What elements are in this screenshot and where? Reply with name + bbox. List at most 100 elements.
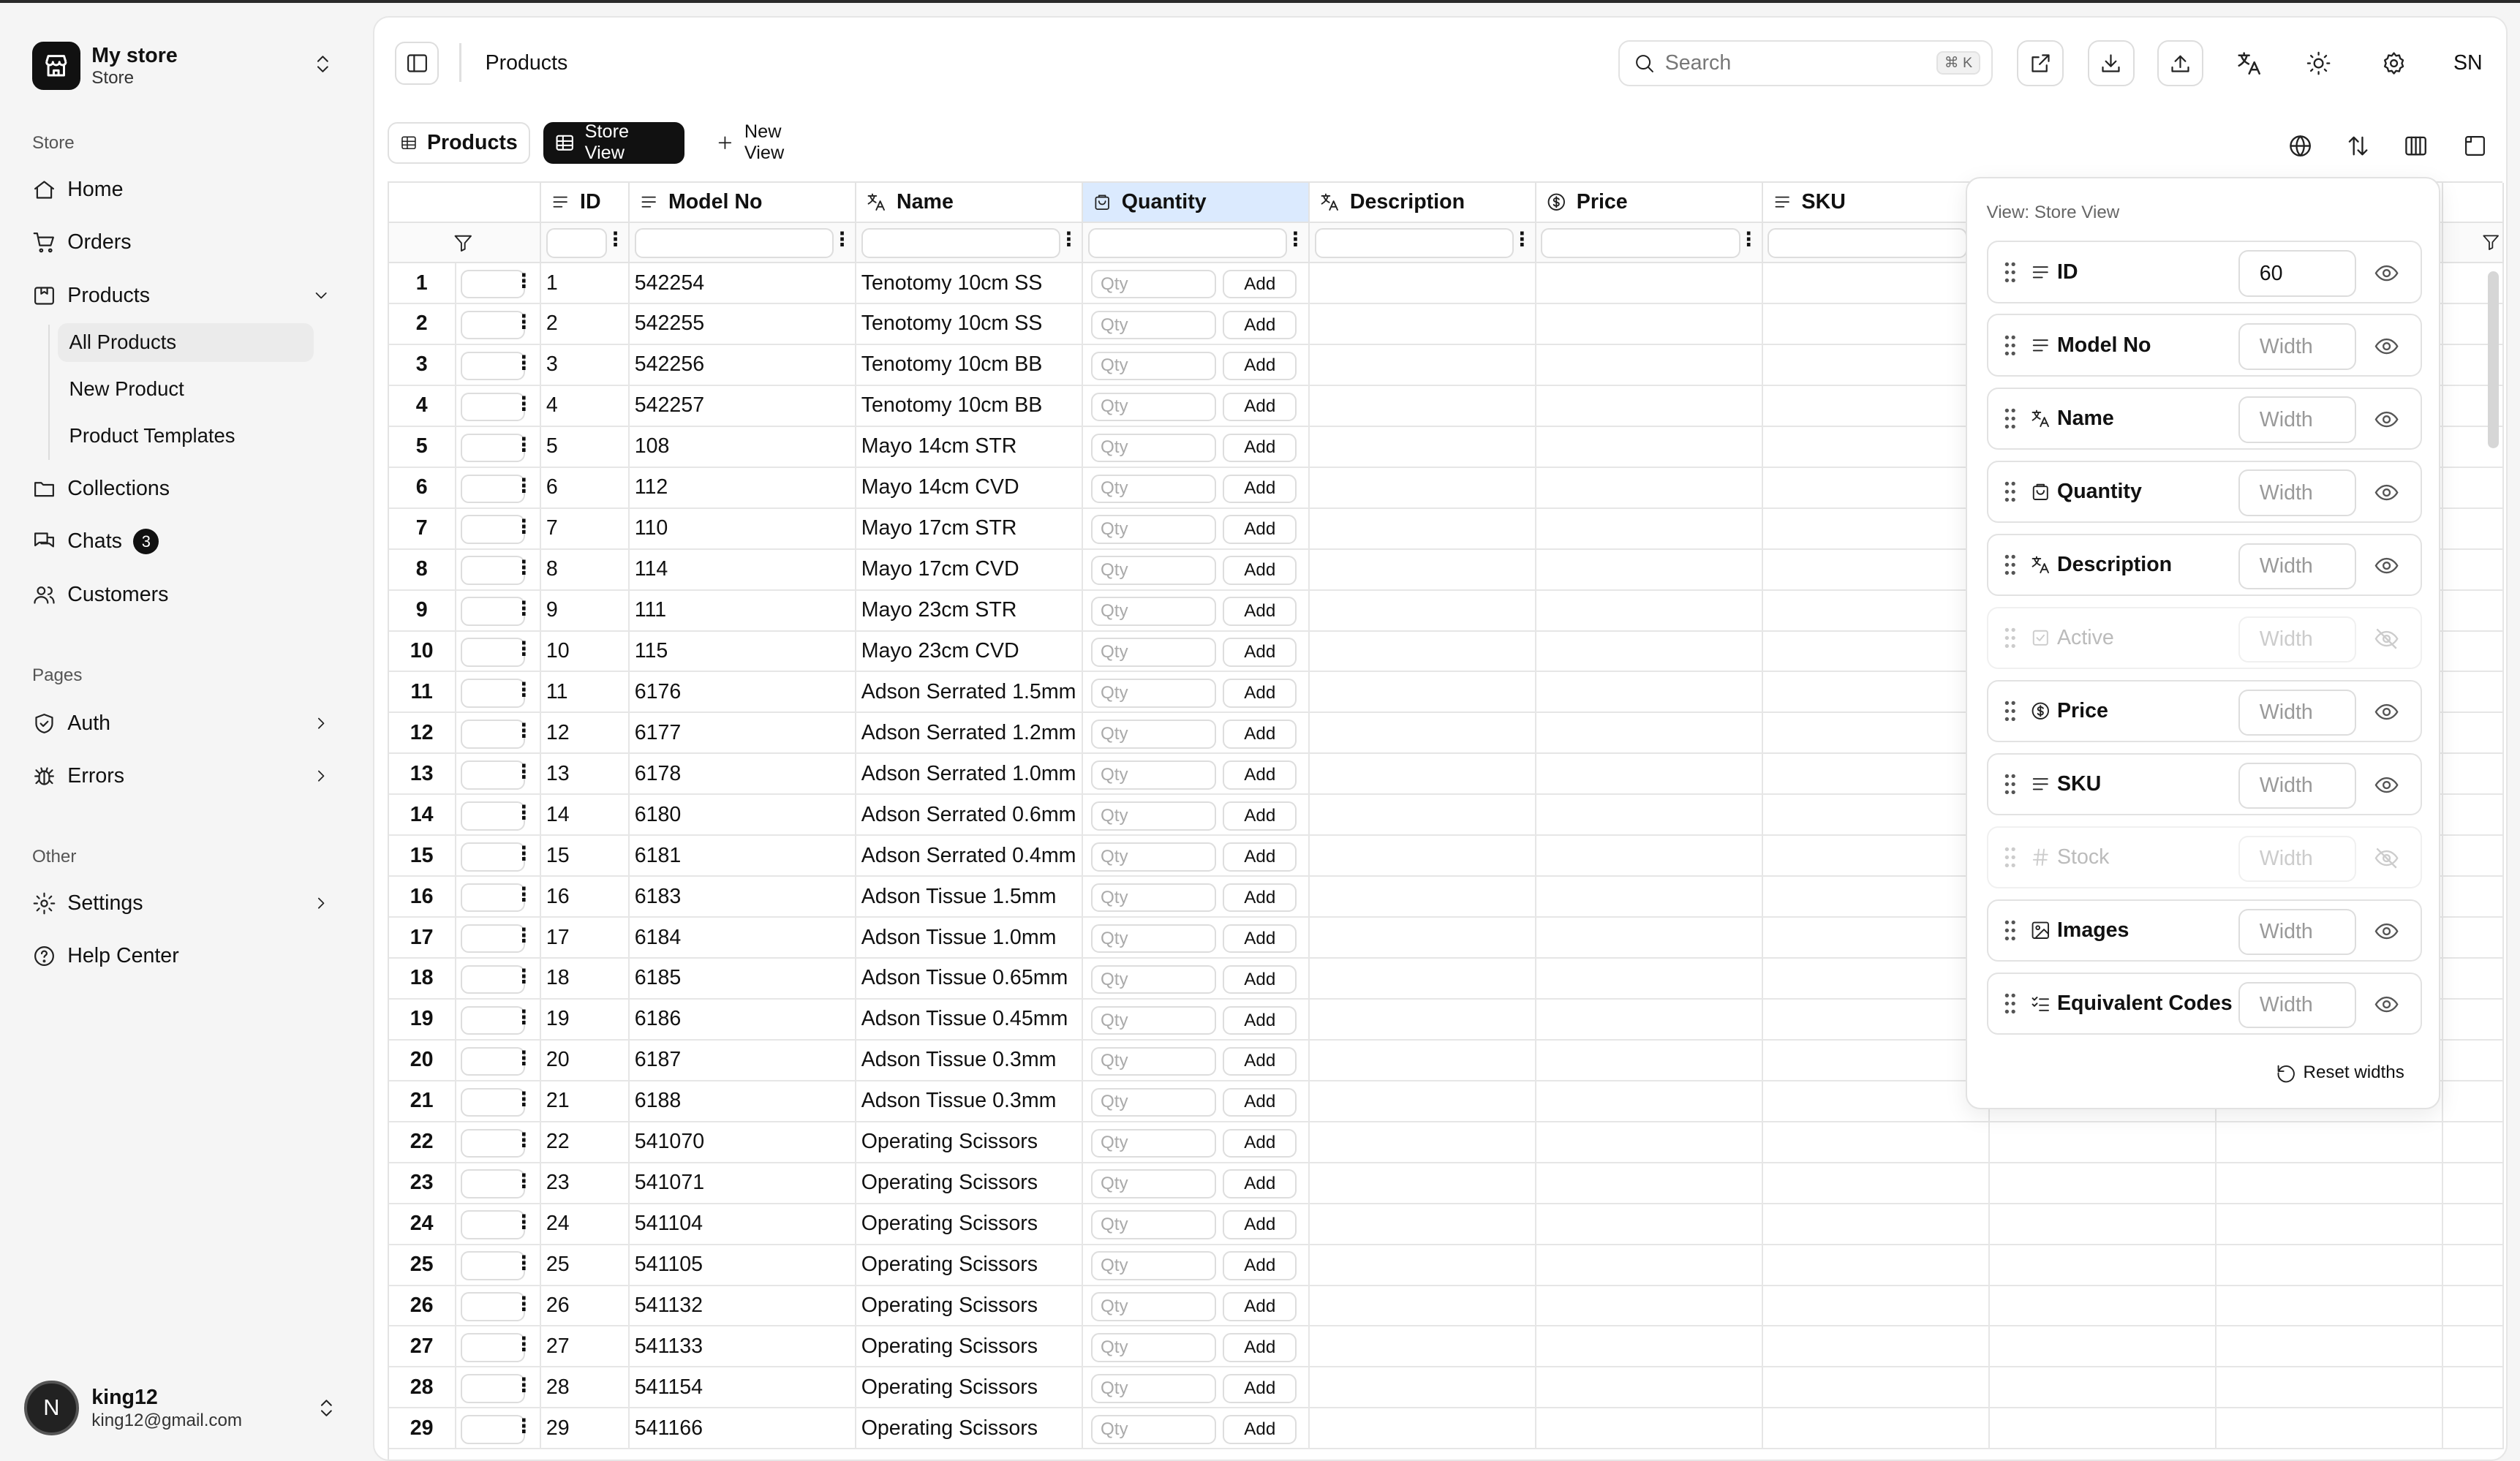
- cell-description[interactable]: [1309, 877, 1536, 918]
- more-vertical-icon[interactable]: ⋮: [514, 557, 533, 577]
- cell-model-no[interactable]: 6177: [630, 713, 857, 755]
- cell-description[interactable]: [1309, 344, 1536, 386]
- cell-model-no[interactable]: 110: [630, 508, 857, 550]
- column-width-input[interactable]: Width: [2238, 908, 2356, 956]
- column-width-input[interactable]: Width: [2238, 543, 2356, 590]
- new-view-button[interactable]: New View: [704, 121, 833, 164]
- qty-input[interactable]: Qty: [1091, 1046, 1217, 1076]
- cell-model-no[interactable]: 541154: [630, 1367, 857, 1409]
- cell-description[interactable]: [1309, 590, 1536, 632]
- qty-input[interactable]: Qty: [1091, 1087, 1217, 1117]
- cell-price[interactable]: [1536, 263, 1763, 304]
- filter-input-id[interactable]: [546, 227, 608, 259]
- add-to-cart-button[interactable]: Add: [1223, 1251, 1297, 1280]
- cell-price[interactable]: [1536, 1163, 1763, 1204]
- add-to-cart-button[interactable]: Add: [1223, 392, 1297, 422]
- add-to-cart-button[interactable]: Add: [1223, 964, 1297, 994]
- add-to-cart-button[interactable]: Add: [1223, 597, 1297, 626]
- open-external-button[interactable]: [2017, 39, 2064, 87]
- cell-name[interactable]: Operating Scissors: [856, 1326, 1084, 1368]
- cell-description[interactable]: [1309, 1081, 1536, 1122]
- drag-handle-icon[interactable]: [2004, 992, 2017, 1015]
- column-header-sku[interactable]: SKU: [1762, 183, 1990, 224]
- cell-price[interactable]: [1536, 631, 1763, 673]
- more-vertical-icon[interactable]: ⋮: [514, 353, 533, 372]
- more-vertical-icon[interactable]: ⋮: [514, 312, 533, 331]
- qty-input[interactable]: Qty: [1091, 801, 1217, 831]
- cell-price[interactable]: [1536, 1245, 1763, 1286]
- cell-model-no[interactable]: 542254: [630, 263, 857, 304]
- add-to-cart-button[interactable]: Add: [1223, 883, 1297, 913]
- tab-products[interactable]: Products: [387, 121, 531, 164]
- upload-button[interactable]: [2157, 39, 2204, 87]
- cell-price[interactable]: [1536, 467, 1763, 509]
- drag-handle-icon[interactable]: [2004, 407, 2017, 430]
- add-to-cart-button[interactable]: Add: [1223, 1128, 1297, 1158]
- column-width-input[interactable]: Width: [2238, 835, 2356, 883]
- qty-input[interactable]: Qty: [1091, 474, 1217, 504]
- cell-description[interactable]: [1309, 754, 1536, 796]
- add-to-cart-button[interactable]: Add: [1223, 269, 1297, 299]
- more-vertical-icon[interactable]: ⋮: [514, 1294, 533, 1313]
- store-switcher[interactable]: My store Store: [31, 39, 347, 94]
- cell-sku[interactable]: [1762, 1163, 1990, 1204]
- cell-id[interactable]: 18: [541, 959, 630, 1000]
- eye-icon[interactable]: [2374, 553, 2399, 578]
- cell-price[interactable]: [1536, 590, 1763, 632]
- reset-widths-button[interactable]: Reset widths: [2276, 1062, 2404, 1084]
- qty-input[interactable]: Qty: [1091, 556, 1217, 585]
- cell-model-no[interactable]: 6188: [630, 1081, 857, 1122]
- cell-id[interactable]: 28: [541, 1367, 630, 1409]
- more-vertical-icon[interactable]: ⋮: [514, 394, 533, 413]
- cell-price[interactable]: [1536, 508, 1763, 550]
- column-setting-row[interactable]: Price Width: [1986, 679, 2423, 743]
- nav-customers[interactable]: Customers: [32, 574, 347, 616]
- add-to-cart-button[interactable]: Add: [1223, 1005, 1297, 1035]
- qty-input[interactable]: Qty: [1091, 1128, 1217, 1158]
- eye-icon[interactable]: [2374, 260, 2399, 286]
- cell-model-no[interactable]: 541133: [630, 1326, 857, 1368]
- cell-sku[interactable]: [1762, 1286, 1990, 1327]
- cell-price[interactable]: [1536, 1408, 1763, 1450]
- qty-input[interactable]: Qty: [1091, 638, 1217, 667]
- cell-sku[interactable]: [1762, 959, 1990, 1000]
- more-vertical-icon[interactable]: ⋮: [514, 926, 533, 945]
- more-vertical-icon[interactable]: ⋮: [514, 1375, 533, 1394]
- drag-handle-icon[interactable]: [2004, 261, 2017, 284]
- qty-input[interactable]: Qty: [1091, 310, 1217, 340]
- filter-input-sku[interactable]: [1768, 227, 1967, 259]
- qty-input[interactable]: Qty: [1091, 1374, 1217, 1403]
- eye-icon[interactable]: [2374, 992, 2399, 1017]
- cell-id[interactable]: 16: [541, 877, 630, 918]
- cell-name[interactable]: Operating Scissors: [856, 1122, 1084, 1163]
- cell-sku[interactable]: [1762, 385, 1990, 427]
- cell-id[interactable]: 2: [541, 303, 630, 345]
- nav-all-products[interactable]: All Products: [58, 322, 314, 362]
- cell-model-no[interactable]: 108: [630, 426, 857, 468]
- cell-id[interactable]: 21: [541, 1081, 630, 1122]
- drag-handle-icon[interactable]: [2004, 480, 2017, 503]
- cell-sku[interactable]: [1762, 918, 1990, 959]
- cell-description[interactable]: [1309, 713, 1536, 755]
- cell-name[interactable]: Adson Serrated 0.6mm: [856, 795, 1084, 837]
- qty-input[interactable]: Qty: [1091, 679, 1217, 708]
- qty-input[interactable]: Qty: [1091, 964, 1217, 994]
- nav-errors[interactable]: Errors: [32, 755, 347, 797]
- eye-icon[interactable]: [2374, 480, 2399, 505]
- cell-name[interactable]: Tenotomy 10cm SS: [856, 303, 1084, 345]
- nav-chats[interactable]: Chats 3: [32, 521, 347, 562]
- settings-button[interactable]: [2371, 40, 2418, 87]
- column-setting-row[interactable]: SKU Width: [1986, 752, 2423, 816]
- cell-sku[interactable]: [1762, 795, 1990, 837]
- cell-model-no[interactable]: 541104: [630, 1204, 857, 1245]
- cell-sku[interactable]: [1762, 999, 1990, 1041]
- column-header-quantity[interactable]: Quantity: [1083, 183, 1310, 224]
- cell-id[interactable]: 3: [541, 344, 630, 386]
- cell-name[interactable]: Adson Tissue 0.3mm: [856, 1081, 1084, 1122]
- add-to-cart-button[interactable]: Add: [1223, 474, 1297, 504]
- column-setting-row[interactable]: Description Width: [1986, 533, 2423, 597]
- eye-icon[interactable]: [2374, 699, 2399, 725]
- cell-sku[interactable]: [1762, 344, 1990, 386]
- more-vertical-icon[interactable]: ⋮: [514, 271, 533, 290]
- cell-sku[interactable]: [1762, 590, 1990, 632]
